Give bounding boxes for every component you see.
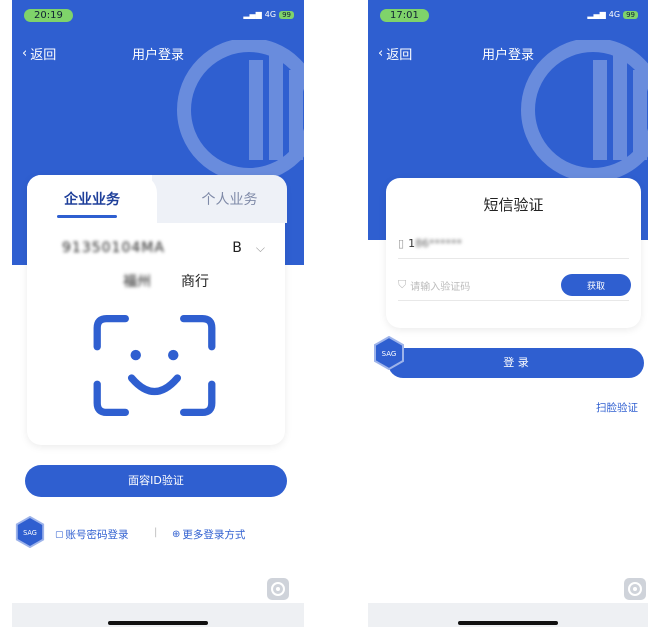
account-suffix: B (232, 240, 242, 256)
login-tabs: 个人业务 企业业务 (27, 175, 287, 223)
sag-logo-text: SAG (382, 350, 397, 358)
status-bar: 20:19 ▂▄▆ 4G 99 (12, 6, 304, 28)
home-bar (368, 603, 648, 627)
sag-logo-text: SAG (23, 529, 37, 537)
phone-screen-left: 20:19 ▂▄▆ 4G 99 ‹ 返回 用户登录 个人业务 企业业务 9135… (12, 0, 304, 627)
home-bar (12, 603, 304, 627)
status-time: 20:19 (24, 9, 73, 22)
get-code-button[interactable]: 获取 (561, 274, 631, 296)
back-label: 返回 (386, 48, 413, 63)
password-login-label: 账号密码登录 (65, 529, 129, 541)
face-id-button-label: 面容ID验证 (128, 474, 184, 487)
sms-card-title: 短信验证 (483, 196, 544, 214)
face-id-button[interactable]: 面容ID验证 (25, 465, 287, 497)
gear-icon (271, 582, 285, 596)
login-card: 个人业务 企业业务 91350104MA B ⌵ 福州 商行 (27, 175, 287, 445)
phone-value-masked: 86****** (415, 236, 463, 250)
phone-field[interactable]: ▯ 1 86****** (398, 228, 629, 259)
settings-button[interactable] (267, 578, 289, 600)
account-icon: ▢ (55, 529, 64, 540)
tab-personal[interactable]: 个人业务 (152, 175, 287, 223)
company-name: 福州 商行 (87, 271, 245, 293)
network-type: 4G (608, 10, 621, 19)
tab-personal-label: 个人业务 (201, 192, 258, 208)
sag-logo: SAG (374, 336, 404, 370)
back-label: 返回 (30, 48, 57, 63)
status-indicators: ▂▄▆ 4G 99 (587, 10, 638, 19)
get-code-label: 获取 (586, 281, 605, 292)
account-id: 91350104MA (62, 240, 165, 256)
login-button-label: 登 录 (503, 356, 529, 369)
account-select[interactable]: 91350104MA B ⌵ (62, 237, 265, 259)
nav-bar: ‹ 返回 用户登录 (12, 40, 304, 64)
phone-value: 1 (408, 236, 416, 250)
sms-card: 短信验证 ▯ 1 86****** ⛉ 请输入验证码 获取 (386, 178, 641, 328)
home-indicator[interactable] (108, 621, 208, 625)
gear-icon (628, 582, 642, 596)
face-id-icon[interactable] (92, 313, 217, 418)
password-login-link[interactable]: ▢ 账号密码登录 (55, 527, 129, 542)
chevron-down-icon: ⌵ (255, 240, 265, 255)
network-type: 4G (264, 10, 277, 19)
tab-enterprise-label: 企业业务 (64, 192, 120, 208)
signal-icon: ▂▄▆ (587, 10, 606, 19)
more-login-link[interactable]: ⊕ 更多登录方式 (172, 527, 245, 542)
home-indicator[interactable] (458, 621, 558, 625)
code-placeholder: 请输入验证码 (410, 281, 471, 293)
back-button[interactable]: ‹ 返回 (378, 44, 412, 63)
more-login-label: 更多登录方式 (182, 529, 246, 541)
phone-screen-right: 17:01 ▂▄▆ 4G 99 ‹ 返回 用户登录 短信验证 ▯ 1 86***… (368, 0, 648, 627)
shield-icon: ⛉ (398, 278, 407, 291)
chevron-left-icon: ‹ (22, 46, 28, 61)
nav-bar: ‹ 返回 用户登录 (368, 40, 648, 64)
status-bar: 17:01 ▂▄▆ 4G 99 (368, 6, 648, 28)
battery-icon: 99 (279, 10, 294, 19)
company-name-suffix: 商行 (181, 274, 209, 290)
tab-underline (57, 215, 117, 218)
status-time: 17:01 (380, 9, 429, 22)
link-separator: | (154, 527, 158, 538)
back-button[interactable]: ‹ 返回 (22, 44, 56, 63)
scan-face-link[interactable]: 扫脸验证 (596, 400, 638, 415)
settings-button[interactable] (624, 578, 646, 600)
login-button[interactable]: 登 录 (388, 348, 644, 378)
status-indicators: ▂▄▆ 4G 99 (243, 10, 294, 19)
company-name-prefix: 福州 (123, 274, 151, 290)
chevron-left-icon: ‹ (378, 46, 384, 61)
battery-icon: 99 (623, 10, 638, 19)
sag-logo: SAG (15, 516, 45, 548)
signal-icon: ▂▄▆ (243, 10, 262, 19)
phone-icon: ▯ (398, 236, 405, 250)
plus-circle-icon: ⊕ (172, 529, 181, 540)
